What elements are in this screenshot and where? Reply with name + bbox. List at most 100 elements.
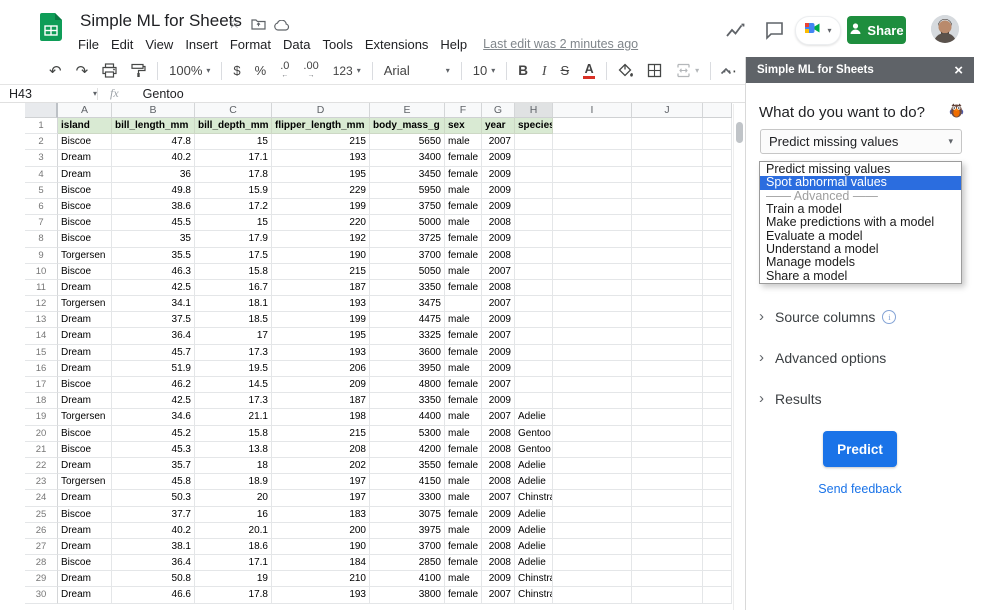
row-header-30[interactable]: 30 <box>25 587 58 603</box>
cell[interactable] <box>553 264 632 280</box>
cell[interactable]: 45.3 <box>112 442 195 458</box>
cell[interactable]: Biscoe <box>58 183 112 199</box>
row-header-13[interactable]: 13 <box>25 312 58 328</box>
cell[interactable] <box>703 458 732 474</box>
cell[interactable]: 2008 <box>482 555 515 571</box>
cell[interactable]: 45.5 <box>112 215 195 231</box>
cell[interactable] <box>632 199 703 215</box>
cell[interactable]: 45.7 <box>112 345 195 361</box>
header-cell-flipper_length_mm[interactable]: flipper_length_mm <box>272 118 370 134</box>
menu-file[interactable]: File <box>72 37 105 52</box>
row-header-19[interactable]: 19 <box>25 409 58 425</box>
cell[interactable] <box>553 442 632 458</box>
cell[interactable]: 4475 <box>370 312 445 328</box>
cell[interactable] <box>553 280 632 296</box>
cell[interactable]: 17.8 <box>195 587 272 603</box>
cell[interactable] <box>553 361 632 377</box>
cell[interactable]: Dream <box>58 312 112 328</box>
cell[interactable]: 42.5 <box>112 280 195 296</box>
cell[interactable]: 15.8 <box>195 426 272 442</box>
cell[interactable]: 193 <box>272 587 370 603</box>
cell[interactable]: 17.2 <box>195 199 272 215</box>
cell[interactable] <box>703 409 732 425</box>
row-header-8[interactable]: 8 <box>25 231 58 247</box>
column-header-D[interactable]: D <box>272 103 370 118</box>
cell[interactable]: 3750 <box>370 199 445 215</box>
cell[interactable] <box>703 312 732 328</box>
cell[interactable]: female <box>445 231 482 247</box>
cell[interactable]: male <box>445 523 482 539</box>
cell[interactable] <box>632 507 703 523</box>
cell[interactable]: male <box>445 571 482 587</box>
cell[interactable]: male <box>445 215 482 231</box>
cell[interactable]: 192 <box>272 231 370 247</box>
cell[interactable]: 2009 <box>482 523 515 539</box>
share-button[interactable]: Share <box>847 16 906 44</box>
cell[interactable] <box>703 490 732 506</box>
column-header-E[interactable]: E <box>370 103 445 118</box>
cell[interactable]: 5000 <box>370 215 445 231</box>
cell[interactable] <box>632 280 703 296</box>
row-header-1[interactable]: 1 <box>25 118 58 134</box>
cell[interactable]: female <box>445 345 482 361</box>
row-header-10[interactable]: 10 <box>25 264 58 280</box>
cell[interactable] <box>632 442 703 458</box>
cell[interactable]: Dream <box>58 393 112 409</box>
row-header-15[interactable]: 15 <box>25 345 58 361</box>
cell[interactable] <box>703 296 732 312</box>
row-header-5[interactable]: 5 <box>25 183 58 199</box>
italic-button[interactable]: I <box>535 63 554 79</box>
cell[interactable]: 215 <box>272 264 370 280</box>
cell[interactable]: 38.6 <box>112 199 195 215</box>
menu-extensions[interactable]: Extensions <box>359 37 435 52</box>
column-header-C[interactable]: C <box>195 103 272 118</box>
cell[interactable]: Dream <box>58 328 112 344</box>
cell[interactable]: 49.8 <box>112 183 195 199</box>
cell[interactable]: 2009 <box>482 507 515 523</box>
cell[interactable] <box>632 458 703 474</box>
paint-format-button[interactable] <box>124 63 153 78</box>
menu-help[interactable]: Help <box>434 37 473 52</box>
cell[interactable] <box>632 264 703 280</box>
cell[interactable]: 195 <box>272 328 370 344</box>
cell[interactable]: Dream <box>58 150 112 166</box>
cell[interactable] <box>515 199 553 215</box>
row-header-28[interactable]: 28 <box>25 555 58 571</box>
cell[interactable]: Chinstrap <box>515 587 553 603</box>
cell[interactable]: male <box>445 361 482 377</box>
cloud-status-icon[interactable] <box>274 18 290 36</box>
cell[interactable]: Adelie <box>515 507 553 523</box>
cell[interactable]: 34.1 <box>112 296 195 312</box>
print-button[interactable] <box>95 63 124 78</box>
cell[interactable] <box>703 393 732 409</box>
cell[interactable] <box>703 167 732 183</box>
cell[interactable] <box>703 539 732 555</box>
cell[interactable]: male <box>445 312 482 328</box>
cell[interactable]: 40.2 <box>112 150 195 166</box>
cell[interactable]: 50.8 <box>112 571 195 587</box>
cell[interactable]: male <box>445 426 482 442</box>
meet-button[interactable]: ▾ <box>795 16 841 45</box>
cell[interactable] <box>632 231 703 247</box>
cell[interactable]: 2008 <box>482 426 515 442</box>
cell[interactable]: 3075 <box>370 507 445 523</box>
cell[interactable]: 187 <box>272 393 370 409</box>
cell[interactable]: 5050 <box>370 264 445 280</box>
dropdown-option[interactable]: Make predictions with a model <box>760 216 961 229</box>
dropdown-option[interactable]: Manage models <box>760 256 961 269</box>
cell[interactable] <box>515 264 553 280</box>
cell[interactable]: female <box>445 150 482 166</box>
cell[interactable]: 3600 <box>370 345 445 361</box>
row-header-12[interactable]: 12 <box>25 296 58 312</box>
borders-button[interactable] <box>640 63 669 78</box>
header-cell-year[interactable]: year <box>482 118 515 134</box>
cell[interactable]: 197 <box>272 490 370 506</box>
cell[interactable] <box>515 280 553 296</box>
cell[interactable]: Gentoo <box>515 442 553 458</box>
cell[interactable]: 2850 <box>370 555 445 571</box>
cell[interactable]: 2009 <box>482 150 515 166</box>
cell[interactable] <box>632 183 703 199</box>
cell[interactable]: Adelie <box>515 474 553 490</box>
cell[interactable] <box>445 296 482 312</box>
cell[interactable] <box>553 312 632 328</box>
